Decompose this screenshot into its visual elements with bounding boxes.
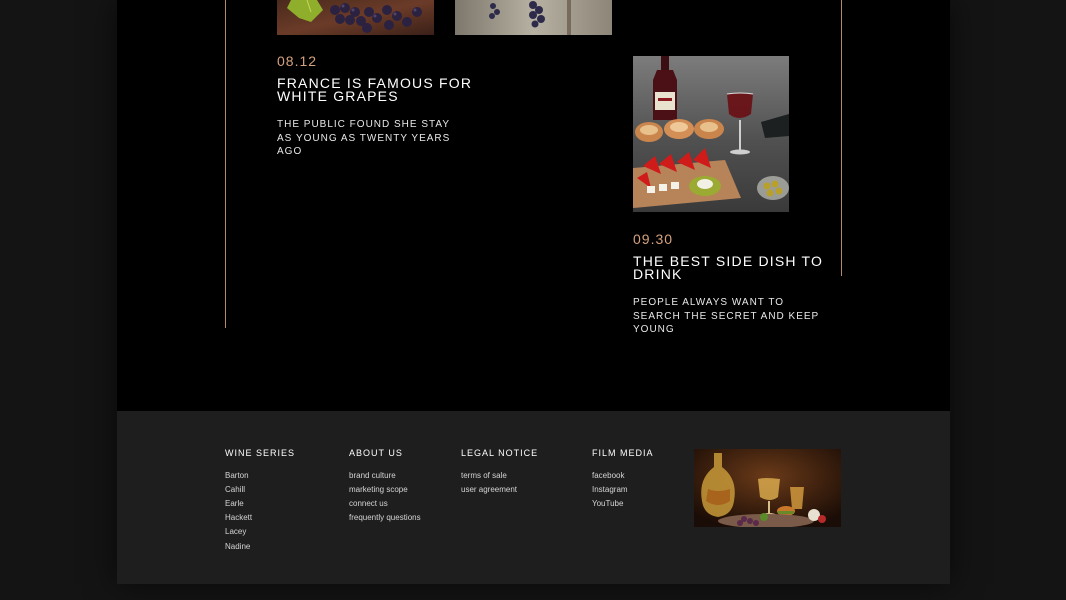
post-title-line: WHITE GRAPES: [277, 88, 399, 104]
post-title[interactable]: THE BEST SIDE DISH TO DRINK: [633, 254, 823, 282]
footer-link[interactable]: Cahill: [225, 485, 295, 499]
footer-link[interactable]: Lacey: [225, 527, 295, 541]
post-description-line: YOUNG: [633, 324, 675, 335]
footer-link[interactable]: frequently questions: [349, 513, 421, 527]
post-date: 08.12: [277, 53, 318, 69]
post-description-line: SEARCH THE SECRET AND KEEP: [633, 310, 820, 322]
post-description-line: AS YOUNG AS TWENTY YEARS: [277, 132, 451, 144]
footer-link-list: terms of sale user agreement: [461, 471, 538, 499]
footer-link[interactable]: Hackett: [225, 513, 295, 527]
footer-column-wine-series: WINE SERIES Barton Cahill Earle Hackett …: [225, 448, 295, 556]
site-footer: WINE SERIES Barton Cahill Earle Hackett …: [117, 411, 950, 584]
post-date: 09.30: [633, 231, 674, 247]
footer-heading: WINE SERIES: [225, 448, 296, 458]
footer-column-about-us: ABOUT US brand culture marketing scope c…: [349, 448, 421, 527]
grape-leaf-image[interactable]: [277, 0, 434, 35]
post-description: THE PUBLIC FOUND SHE STAY AS YOUNG AS TW…: [277, 118, 450, 159]
footer-link-list: facebook Instagram YouTube: [592, 471, 654, 513]
post-description: PEOPLE ALWAYS WANT TO SEARCH THE SECRET …: [633, 296, 819, 337]
footer-column-legal-notice: LEGAL NOTICE terms of sale user agreemen…: [461, 448, 538, 499]
footer-link[interactable]: user agreement: [461, 485, 538, 499]
post-description-line: AGO: [277, 146, 303, 157]
footer-link[interactable]: Nadine: [225, 542, 295, 556]
footer-column-film-media: FILM MEDIA facebook Instagram YouTube: [592, 448, 654, 513]
footer-link[interactable]: Barton: [225, 471, 295, 485]
grape-vine-image[interactable]: [455, 0, 612, 35]
footer-link[interactable]: brand culture: [349, 471, 421, 485]
post-description-line: PEOPLE ALWAYS WANT TO: [633, 297, 785, 308]
wine-side-dish-image[interactable]: [633, 56, 789, 212]
timeline-line-right: [841, 0, 842, 276]
footer-link[interactable]: connect us: [349, 499, 421, 513]
footer-heading: FILM MEDIA: [592, 448, 654, 458]
footer-link[interactable]: marketing scope: [349, 485, 421, 499]
footer-link[interactable]: terms of sale: [461, 471, 538, 485]
footer-link-list: Barton Cahill Earle Hackett Lacey Nadine: [225, 471, 295, 556]
post-description-line: THE PUBLIC FOUND SHE STAY: [277, 119, 450, 130]
footer-link[interactable]: YouTube: [592, 499, 654, 513]
footer-wine-image[interactable]: [694, 449, 841, 527]
post-title-line: DRINK: [633, 266, 683, 282]
footer-link[interactable]: Earle: [225, 499, 295, 513]
footer-link[interactable]: Instagram: [592, 485, 654, 499]
timeline-line-left: [225, 0, 226, 328]
footer-link-list: brand culture marketing scope connect us…: [349, 471, 421, 527]
post-title[interactable]: FRANCE IS FAMOUS FOR WHITE GRAPES: [277, 76, 472, 104]
footer-heading: LEGAL NOTICE: [461, 448, 539, 458]
footer-heading: ABOUT US: [349, 448, 403, 458]
footer-link[interactable]: facebook: [592, 471, 654, 485]
